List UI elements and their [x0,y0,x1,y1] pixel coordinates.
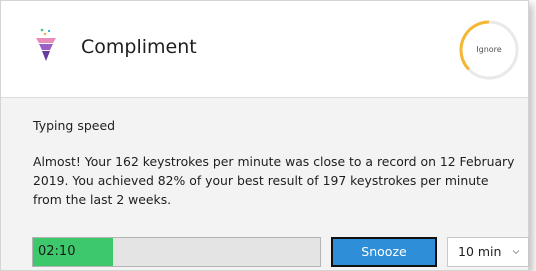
snooze-duration-select[interactable]: 10 min [447,237,529,267]
compliment-message: Almost! Your 162 keystrokes per minute w… [33,154,515,207]
timer-progress-bar: 02:10 [32,237,321,267]
notification-title: Compliment [81,36,197,58]
notification-header: Compliment Ignore [1,1,528,98]
funnel-icon [36,28,56,61]
section-title: Typing speed [33,118,116,133]
timer-text: 02:10 [38,244,76,259]
ignore-label: Ignore [476,45,502,54]
chevron-down-icon [512,250,520,255]
snooze-button[interactable]: Snooze [331,237,437,267]
notification-window: Compliment Ignore Typing speed Almost! Y… [0,0,529,271]
ignore-button[interactable]: Ignore [457,18,521,82]
snooze-duration-value: 10 min [458,244,502,259]
